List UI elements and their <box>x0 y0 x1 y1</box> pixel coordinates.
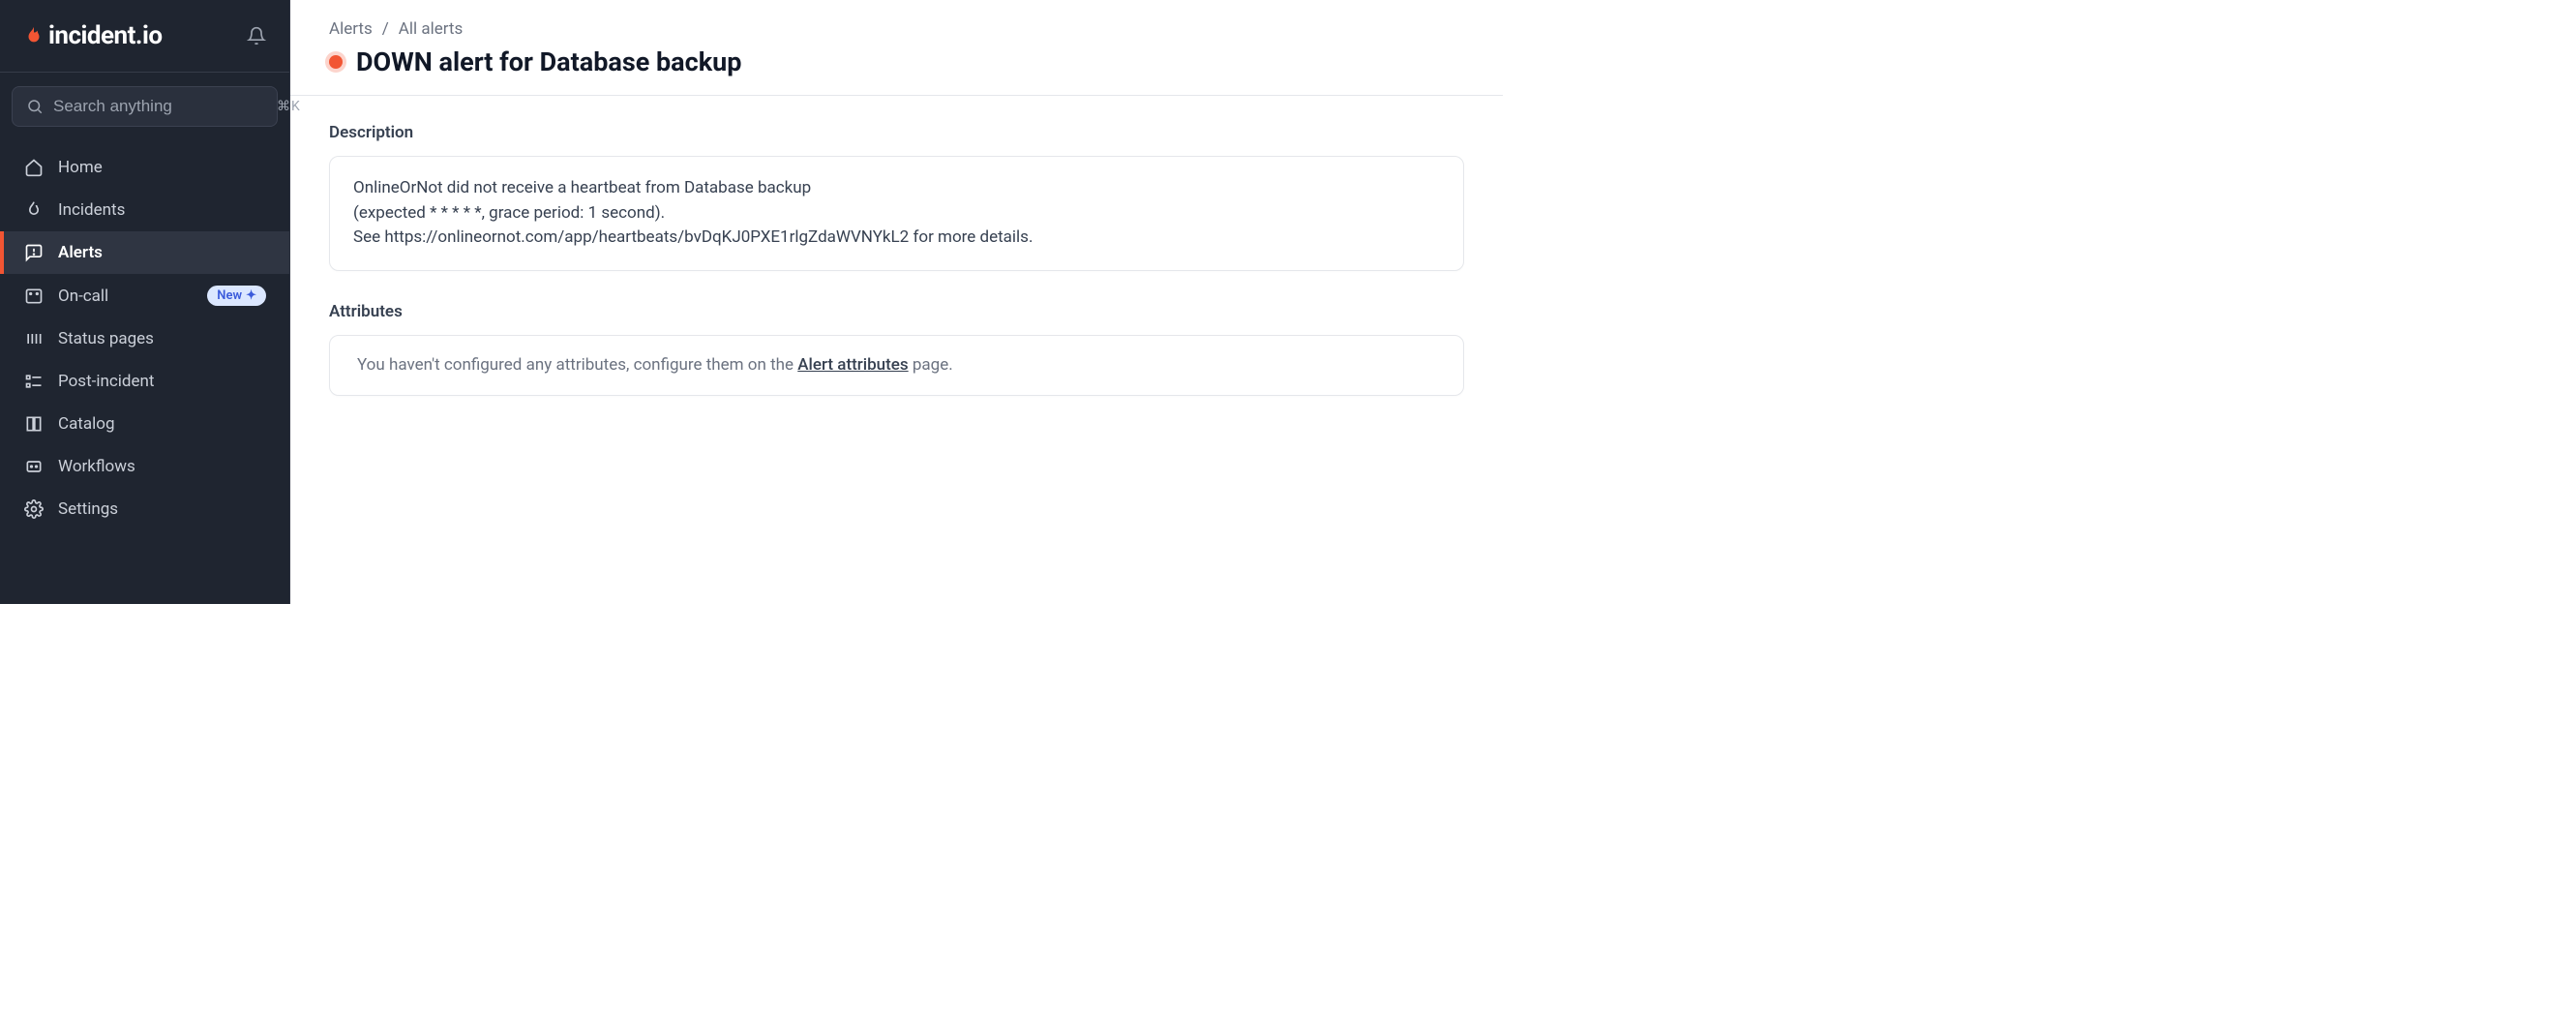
sidebar-item-settings[interactable]: Settings <box>8 488 282 530</box>
nav-label: Status pages <box>58 329 154 348</box>
nav-label: Home <box>58 158 103 177</box>
sidebar-item-incidents[interactable]: Incidents <box>8 189 282 231</box>
title-row: DOWN alert for Database backup <box>329 46 1464 77</box>
attributes-card: You haven't configured any attributes, c… <box>329 335 1464 397</box>
description-line: OnlineOrNot did not receive a heartbeat … <box>353 176 1440 201</box>
nav-label: Settings <box>58 499 118 519</box>
sparkle-icon: ✦ <box>246 288 256 303</box>
breadcrumb-current[interactable]: All alerts <box>399 19 463 39</box>
search-box[interactable]: ⌘K <box>12 86 278 127</box>
book-icon <box>23 414 45 434</box>
gear-icon <box>23 499 45 519</box>
description-label: Description <box>329 123 1464 142</box>
flame-icon <box>23 22 45 49</box>
page-title: DOWN alert for Database backup <box>356 46 741 77</box>
sidebar-item-post-incident[interactable]: Post-incident <box>8 360 282 403</box>
search-icon <box>26 98 44 115</box>
top-header: Alerts / All alerts DOWN alert for Datab… <box>290 0 1503 96</box>
breadcrumb-root[interactable]: Alerts <box>329 19 373 39</box>
description-url: https://onlineornot.com/app/heartbeats/b… <box>384 227 909 247</box>
main: Alerts / All alerts DOWN alert for Datab… <box>290 0 1503 604</box>
nav-label: Post-incident <box>58 372 154 391</box>
breadcrumb: Alerts / All alerts <box>329 19 1464 39</box>
brand-text: incident.io <box>48 21 163 50</box>
sidebar-item-workflows[interactable]: Workflows <box>8 445 282 488</box>
search-wrap: ⌘K <box>0 73 289 140</box>
fire-icon <box>23 200 45 220</box>
description-line: (expected * * * * *, grace period: 1 sec… <box>353 201 1440 226</box>
nav-label: On-call <box>58 287 108 306</box>
alert-icon <box>23 243 45 262</box>
bot-icon <box>23 457 45 476</box>
sidebar-item-status-pages[interactable]: Status pages <box>8 317 282 360</box>
description-card: OnlineOrNot did not receive a heartbeat … <box>329 156 1464 271</box>
bell-icon[interactable] <box>247 26 266 45</box>
brand-logo[interactable]: incident.io <box>23 21 163 50</box>
nav: Home Incidents Alerts On-call New ✦ <box>0 140 289 536</box>
nav-label: Incidents <box>58 200 125 220</box>
nav-label: Alerts <box>58 243 103 262</box>
sidebar-item-catalog[interactable]: Catalog <box>8 403 282 445</box>
new-badge: New ✦ <box>207 286 266 306</box>
status-dot-icon <box>329 55 343 69</box>
sidebar-header: incident.io <box>0 0 289 73</box>
nav-label: Workflows <box>58 457 135 476</box>
sidebar-item-home[interactable]: Home <box>8 146 282 189</box>
home-icon <box>23 158 45 177</box>
nav-label: Catalog <box>58 414 115 434</box>
sidebar-item-alerts[interactable]: Alerts <box>0 231 289 274</box>
content: Description OnlineOrNot did not receive … <box>290 96 1503 454</box>
attributes-label: Attributes <box>329 302 1464 321</box>
search-input[interactable] <box>53 97 267 116</box>
checklist-icon <box>23 372 45 391</box>
sidebar-item-oncall[interactable]: On-call New ✦ <box>8 274 282 317</box>
breadcrumb-sep: / <box>382 19 389 39</box>
oncall-icon <box>23 287 45 306</box>
alert-attributes-link[interactable]: Alert attributes <box>797 355 908 375</box>
bars-icon <box>23 329 45 348</box>
description-line: See https://onlineornot.com/app/heartbea… <box>353 226 1440 251</box>
sidebar: incident.io ⌘K Home Incidents <box>0 0 290 604</box>
